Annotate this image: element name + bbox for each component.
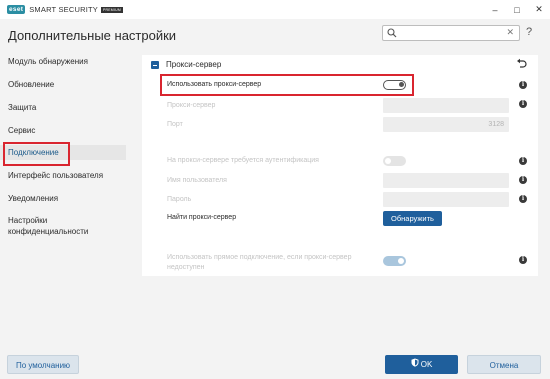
product-name: SMART SECURITY: [29, 5, 99, 14]
use-proxy-toggle[interactable]: [383, 80, 406, 90]
default-button[interactable]: По умолчанию: [7, 355, 79, 374]
info-icon[interactable]: i: [519, 256, 527, 264]
detect-button[interactable]: Обнаружить: [383, 211, 442, 226]
collapse-section-button[interactable]: [151, 61, 159, 69]
info-icon[interactable]: i: [519, 157, 527, 165]
proxy-server-label: Прокси-сервер: [167, 102, 216, 109]
auth-required-toggle[interactable]: [383, 156, 406, 166]
sidebar-item-update[interactable]: Обновление: [0, 79, 126, 90]
password-field[interactable]: [383, 192, 509, 207]
use-proxy-label: Использовать прокси-сервер: [167, 81, 262, 88]
title-bar: eset SMART SECURITY PREMIUM – □ ✕: [0, 0, 550, 19]
info-icon[interactable]: i: [519, 195, 527, 203]
auth-required-label: На прокси-сервере требуется аутентификац…: [167, 157, 319, 164]
sidebar-item-detection[interactable]: Модуль обнаружения: [0, 56, 126, 67]
proxy-server-field[interactable]: [383, 98, 509, 113]
info-icon[interactable]: i: [519, 176, 527, 184]
info-icon[interactable]: i: [519, 81, 527, 89]
sidebar-item-user-interface[interactable]: Интерфейс пользователя: [0, 170, 126, 181]
sidebar-item-protection[interactable]: Защита: [0, 102, 126, 113]
section-title: Прокси-сервер: [166, 60, 222, 69]
username-field[interactable]: [383, 173, 509, 188]
sidebar-item-tools[interactable]: Сервис: [0, 125, 126, 136]
username-label: Имя пользователя: [167, 177, 227, 184]
find-proxy-label: Найти прокси-сервер: [167, 214, 237, 221]
undo-icon[interactable]: [516, 58, 527, 71]
clear-search-icon[interactable]: ✕: [506, 27, 514, 38]
toggle-knob: [399, 82, 404, 87]
sidebar-item-notifications[interactable]: Уведомления: [0, 193, 126, 204]
help-icon[interactable]: ?: [526, 26, 532, 38]
edition-badge: PREMIUM: [101, 6, 123, 13]
toggle-knob: [385, 158, 391, 164]
maximize-button[interactable]: □: [506, 0, 528, 19]
ok-label: OK: [420, 360, 433, 369]
search-input[interactable]: ✕: [382, 25, 520, 41]
sidebar-item-connection[interactable]: Подключение: [0, 145, 126, 160]
search-icon: [387, 28, 397, 40]
page-title: Дополнительные настройки: [8, 28, 177, 43]
direct-connection-label-line2: недоступен: [167, 264, 205, 271]
shield-icon: [411, 355, 419, 374]
toggle-knob: [398, 258, 404, 264]
window-controls: – □ ✕: [484, 0, 550, 19]
settings-panel: [142, 55, 538, 276]
close-button[interactable]: ✕: [528, 0, 550, 19]
sidebar-item-privacy[interactable]: Настройки конфиденциальности: [0, 215, 110, 237]
info-icon[interactable]: i: [519, 100, 527, 108]
password-label: Пароль: [167, 196, 192, 203]
direct-connection-toggle[interactable]: [383, 256, 406, 266]
direct-connection-label-line1: Использовать прямое подключение, если пр…: [167, 254, 352, 261]
direct-connection-label: Использовать прямое подключение, если пр…: [167, 253, 351, 273]
ok-button[interactable]: OK: [385, 355, 458, 374]
port-label: Порт: [167, 121, 183, 128]
port-field[interactable]: 3128: [383, 117, 509, 132]
eset-logo: eset: [7, 5, 26, 14]
minimize-button[interactable]: –: [484, 0, 506, 19]
cancel-button[interactable]: Отмена: [467, 355, 541, 374]
